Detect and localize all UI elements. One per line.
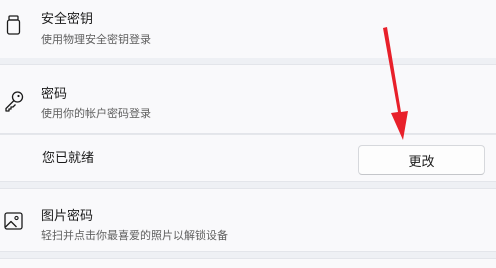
next-option-edge: [0, 258, 496, 268]
security-key-description: 使用物理安全密钥登录: [41, 33, 151, 46]
picture-icon: [3, 209, 25, 233]
ready-status-label: 您已就绪: [42, 151, 95, 166]
sign-in-options: 安全密钥 使用物理安全密钥登录 密码 使用你的帐户密码登录 您已就绪 更改 图片…: [0, 0, 496, 268]
picture-password-option[interactable]: 图片密码 轻扫并点击你最喜爱的照片以解锁设备: [0, 188, 496, 252]
password-option[interactable]: 密码 使用你的帐户密码登录: [0, 64, 496, 134]
password-title: 密码: [41, 87, 68, 102]
change-password-button[interactable]: 更改: [358, 145, 485, 175]
security-key-option[interactable]: 安全密钥 使用物理安全密钥登录: [0, 0, 496, 58]
password-description: 使用你的帐户密码登录: [41, 107, 151, 120]
password-status-row: 您已就绪 更改: [0, 134, 496, 182]
picture-password-title: 图片密码: [41, 209, 94, 224]
picture-password-description: 轻扫并点击你最喜爱的照片以解锁设备: [41, 229, 228, 242]
security-key-title: 安全密钥: [41, 12, 94, 27]
usb-key-icon: [3, 14, 25, 38]
key-icon: [3, 89, 25, 113]
